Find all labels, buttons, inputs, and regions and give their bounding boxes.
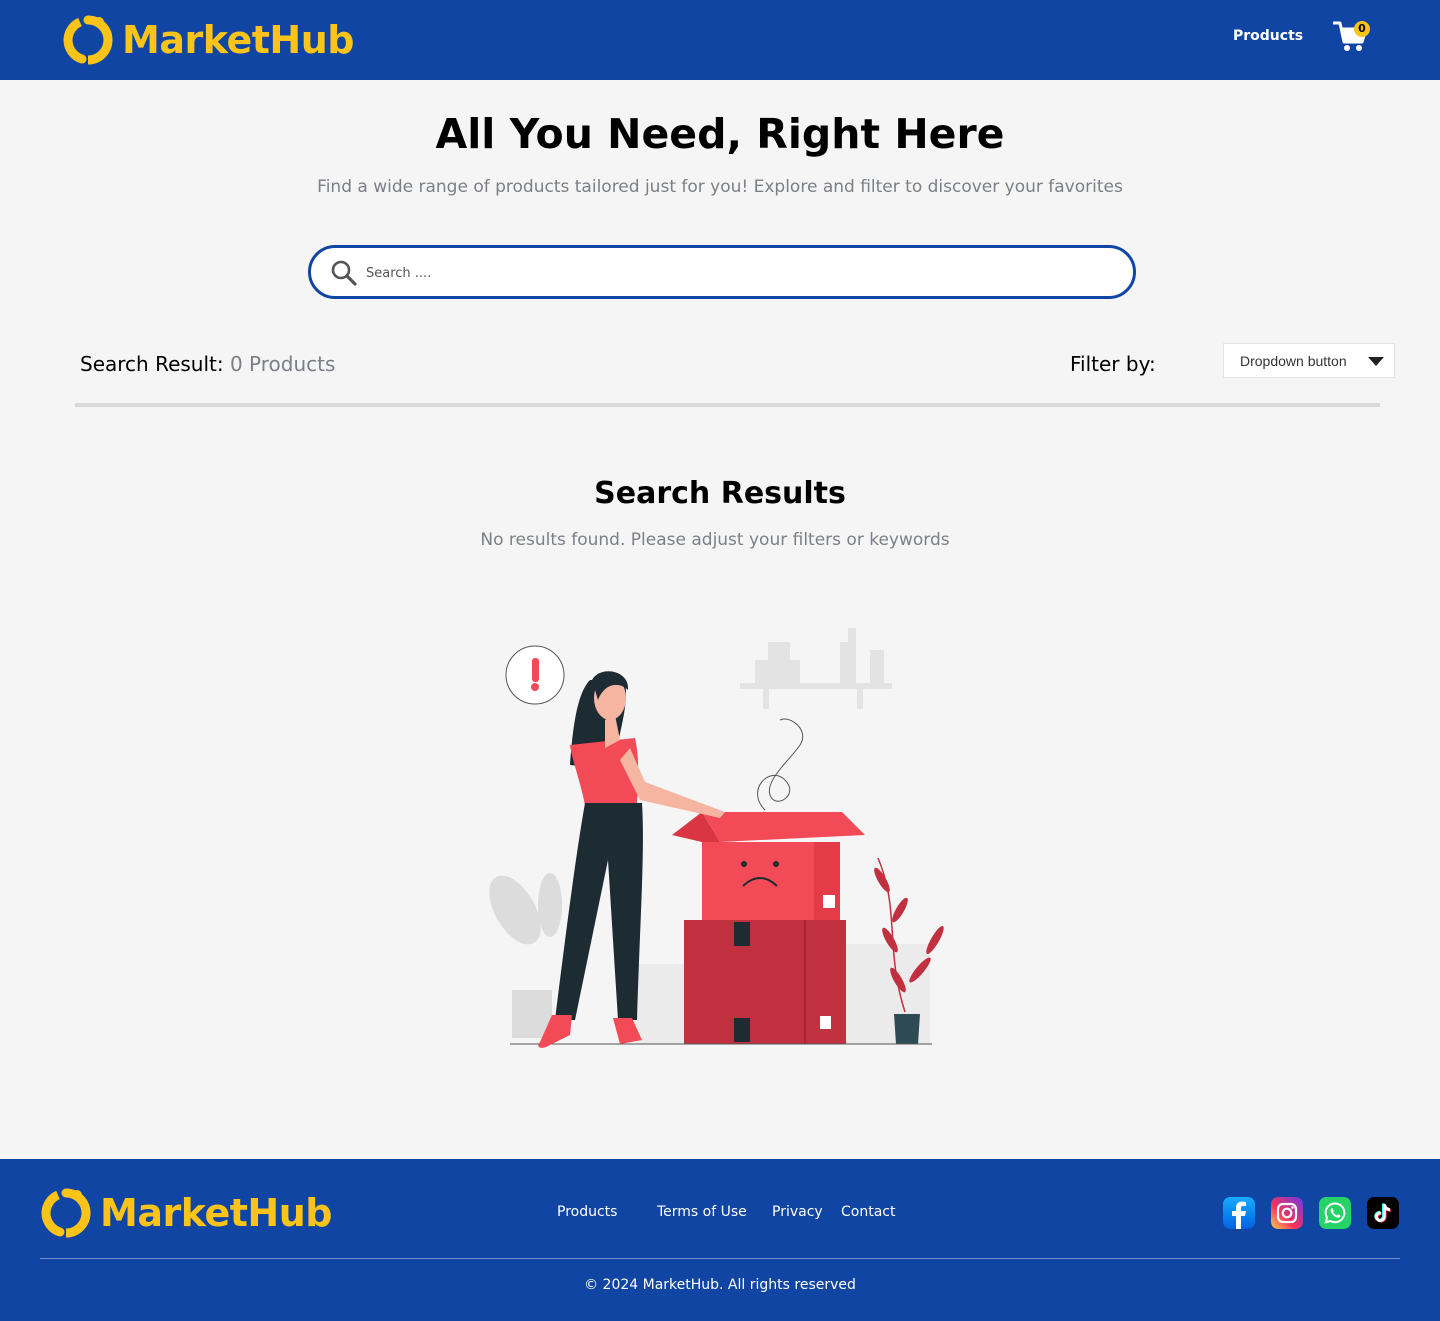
footer-link-products[interactable]: Products <box>557 1204 617 1220</box>
footer-logo[interactable]: MarketHub <box>40 1187 332 1239</box>
nav-products-link[interactable]: Products <box>1233 28 1303 44</box>
header-logo[interactable]: MarketHub <box>62 14 354 66</box>
instagram-icon[interactable] <box>1271 1197 1303 1229</box>
filter-dropdown-label: Dropdown button <box>1240 353 1347 369</box>
filter-dropdown[interactable]: Dropdown button <box>1223 343 1395 378</box>
empty-state-illustration <box>489 628 944 1048</box>
site-footer: MarketHub Products Terms of Use Privacy … <box>0 1159 1440 1321</box>
no-results-message: No results found. Please adjust your fil… <box>480 530 950 550</box>
top-header: MarketHub Products 0 <box>0 0 1440 80</box>
footer-link-contact[interactable]: Contact <box>841 1204 895 1220</box>
plant-icon <box>489 873 562 1038</box>
page-title: All You Need, Right Here <box>435 110 1005 158</box>
search-icon[interactable] <box>330 259 358 287</box>
footer-brand-name: MarketHub <box>100 1191 332 1235</box>
search-result-summary: Search Result: 0 Products <box>80 352 335 376</box>
footer-link-privacy[interactable]: Privacy <box>772 1204 823 1220</box>
page-subtitle: Find a wide range of products tailored j… <box>317 177 1123 197</box>
logo-mark-icon <box>41 1188 91 1238</box>
search-result-count: 0 Products <box>229 352 336 376</box>
search-result-label: Search Result: <box>80 352 224 376</box>
cart-count-badge: 0 <box>1354 21 1370 37</box>
search-input[interactable] <box>366 260 1106 286</box>
search-bar[interactable] <box>308 245 1136 299</box>
tiktok-icon[interactable] <box>1367 1197 1399 1229</box>
shelf-icon <box>740 628 892 709</box>
footer-divider <box>40 1258 1400 1259</box>
whatsapp-icon[interactable] <box>1319 1197 1351 1229</box>
results-title: Search Results <box>594 476 846 511</box>
filter-label: Filter by: <box>1070 352 1156 376</box>
logo-mark-icon <box>63 15 113 65</box>
results-divider <box>75 403 1380 407</box>
footer-link-terms[interactable]: Terms of Use <box>657 1204 747 1220</box>
caret-down-icon <box>1368 357 1384 366</box>
copyright-text: © 2024 MarketHub. All rights reserved <box>584 1277 856 1293</box>
facebook-icon[interactable] <box>1223 1197 1255 1229</box>
brand-name: MarketHub <box>122 18 354 62</box>
